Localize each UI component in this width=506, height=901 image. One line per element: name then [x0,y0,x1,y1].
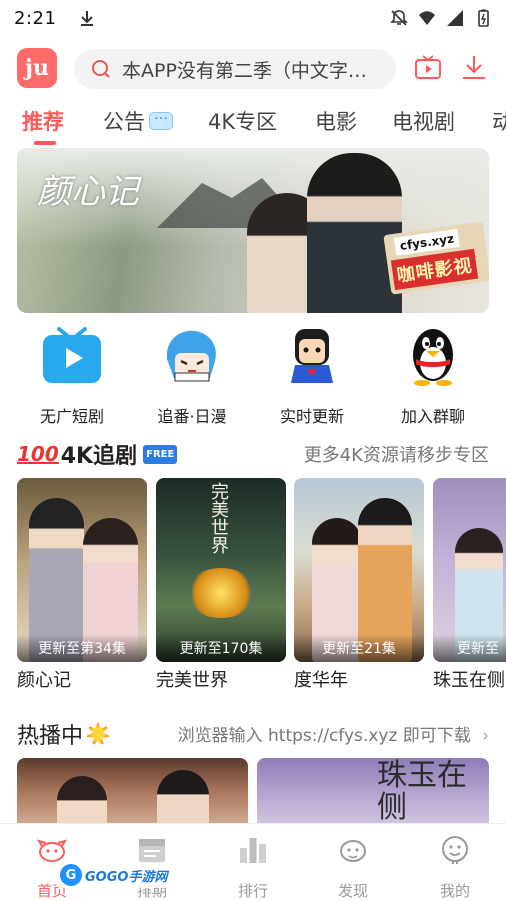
poster-episode-caption: 更新至21集 [294,634,424,662]
hot-poster-card[interactable]: 珠玉在侧 [257,758,489,828]
status-right-icons [390,9,492,27]
app-header: ju 本APP没有第二季（中文字… [0,44,506,94]
status-time: 2:21 [14,7,57,29]
section-4k-title: 100 4K追剧 FREE [17,438,178,470]
poster-figure [157,770,209,828]
watermark-text: GOGO手游网 [85,869,168,885]
poster-image: 更新至第34集 [17,478,147,662]
section-4k-more-link[interactable]: 更多4K资源请移步专区 [304,441,489,467]
quick-link-label: 追番·日漫 [157,407,227,426]
quick-link-realtime[interactable]: 实时更新 [257,325,367,427]
site-watermark: G GOGO手游网 [56,862,172,888]
tab-anime[interactable]: 动 [492,106,506,136]
poster-image: 更新至 [433,478,506,662]
free-badge: FREE [143,444,178,464]
tab-tv-series[interactable]: 电视剧 [392,106,455,136]
watermark-logo: G [60,864,82,886]
wifi-icon [419,11,435,25]
tab-movie[interactable]: 电影 [315,106,357,136]
battery-icon [478,9,489,27]
tv-play-icon[interactable] [413,53,443,83]
chevron-right-icon: › [482,726,489,746]
nav-label: 发现 [337,882,368,900]
status-bar: 2:21 [0,0,506,36]
chat-bubble-icon [149,107,173,130]
qq-penguin-icon [413,329,453,386]
tab-active-indicator [34,141,56,145]
banner-calligraphy: 颜心记 [37,172,139,212]
poster-figure [57,776,107,828]
hundred-points-icon: 100 [17,442,59,466]
search-icon [92,60,110,78]
category-tabs: 推荐 公告 4K专区 电影 电视剧 动 [0,100,506,148]
poster-card[interactable]: 更新至第34集 颜心记 [17,478,147,692]
quick-link-label: 实时更新 [279,407,344,426]
download-icon [81,11,94,26]
hero-banner[interactable]: 颜心记 cfys.xyz 咖啡影视 [17,148,489,313]
app-logo[interactable]: ju [17,48,57,88]
status-left-icons [78,9,96,27]
tab-notice[interactable]: 公告 [103,106,173,136]
poster-title: 度华年 [294,670,348,691]
poster-episode-caption: 更新至170集 [156,634,286,662]
poster-card[interactable]: 更新至21集 度华年 [294,478,424,692]
discover-icon [340,840,366,862]
quick-link-short-drama[interactable]: 无广短剧 [17,325,127,427]
hot-poster-calligraphy: 珠玉在侧 [377,758,467,825]
quick-links: 无广短剧 追番·日漫 实时更新 加入群聊 [0,325,506,427]
section-4k-header: 100 4K追剧 FREE 更多4K资源请移步专区 [17,438,489,472]
poster-card[interactable]: 完美世界 更新至170集 完美世界 [156,478,286,692]
hot-poster-row: 珠玉在侧 [0,758,506,828]
quick-link-label: 无广短剧 [39,407,104,426]
banner-actor-image [307,153,402,313]
nav-label: 排行 [237,882,268,900]
mute-icon [390,10,408,26]
ad-tag: cfys.xyz 咖啡影视 [383,221,489,295]
section-4k-title-text: 4K追剧 [60,444,138,469]
ranking-icon [240,838,266,863]
signal-icon [447,10,463,26]
poster-title: 颜心记 [17,670,71,691]
nav-label: 我的 [439,882,470,900]
anime-icon [166,330,216,382]
tab-notice-label: 公告 [103,110,145,134]
search-placeholder: 本APP没有第二季（中文字… [122,59,367,82]
download-icon[interactable] [459,53,489,83]
collision-icon [85,721,112,747]
poster-calligraphy: 完美世界 [211,482,229,557]
section-hot-header: 热播中 浏览器输入 https://cfys.xyz 即可下载 › [17,718,489,752]
tab-recommend[interactable]: 推荐 [22,106,64,136]
tab-4k[interactable]: 4K专区 [208,106,277,136]
poster-image: 更新至21集 [294,478,424,662]
section-hot-notice-text: 浏览器输入 https://cfys.xyz 即可下载 [177,726,471,746]
ad-title: 咖啡影视 [390,248,479,291]
poster-card[interactable]: 更新至 珠玉在侧 [433,478,506,692]
poster-title: 完美世界 [156,670,228,691]
poster-title: 珠玉在侧 [433,670,505,691]
section-hot-title-text: 热播中 [17,724,84,749]
poster-episode-caption: 更新至 [433,634,506,662]
nav-discover[interactable]: 发现 [313,834,393,901]
hot-poster-card[interactable] [17,758,248,828]
hero-icon [291,329,333,383]
nav-profile[interactable]: 我的 [415,834,495,901]
poster-row-4k: 更新至第34集 颜心记 完美世界 更新至170集 完美世界 更新至21集 度华年… [0,478,506,693]
section-hot-title: 热播中 [17,718,112,750]
profile-icon [442,836,468,864]
quick-link-anime[interactable]: 追番·日漫 [137,325,247,427]
poster-image: 完美世界 更新至170集 [156,478,286,662]
poster-episode-caption: 更新至第34集 [17,634,147,662]
nav-ranking[interactable]: 排行 [213,834,293,901]
quick-link-label: 加入群聊 [400,407,465,426]
tv-icon [43,327,101,383]
search-input[interactable]: 本APP没有第二季（中文字… [74,49,396,89]
poster-glow [186,568,256,618]
quick-link-join-group[interactable]: 加入群聊 [378,325,488,427]
section-hot-notice[interactable]: 浏览器输入 https://cfys.xyz 即可下载 › [178,721,489,746]
